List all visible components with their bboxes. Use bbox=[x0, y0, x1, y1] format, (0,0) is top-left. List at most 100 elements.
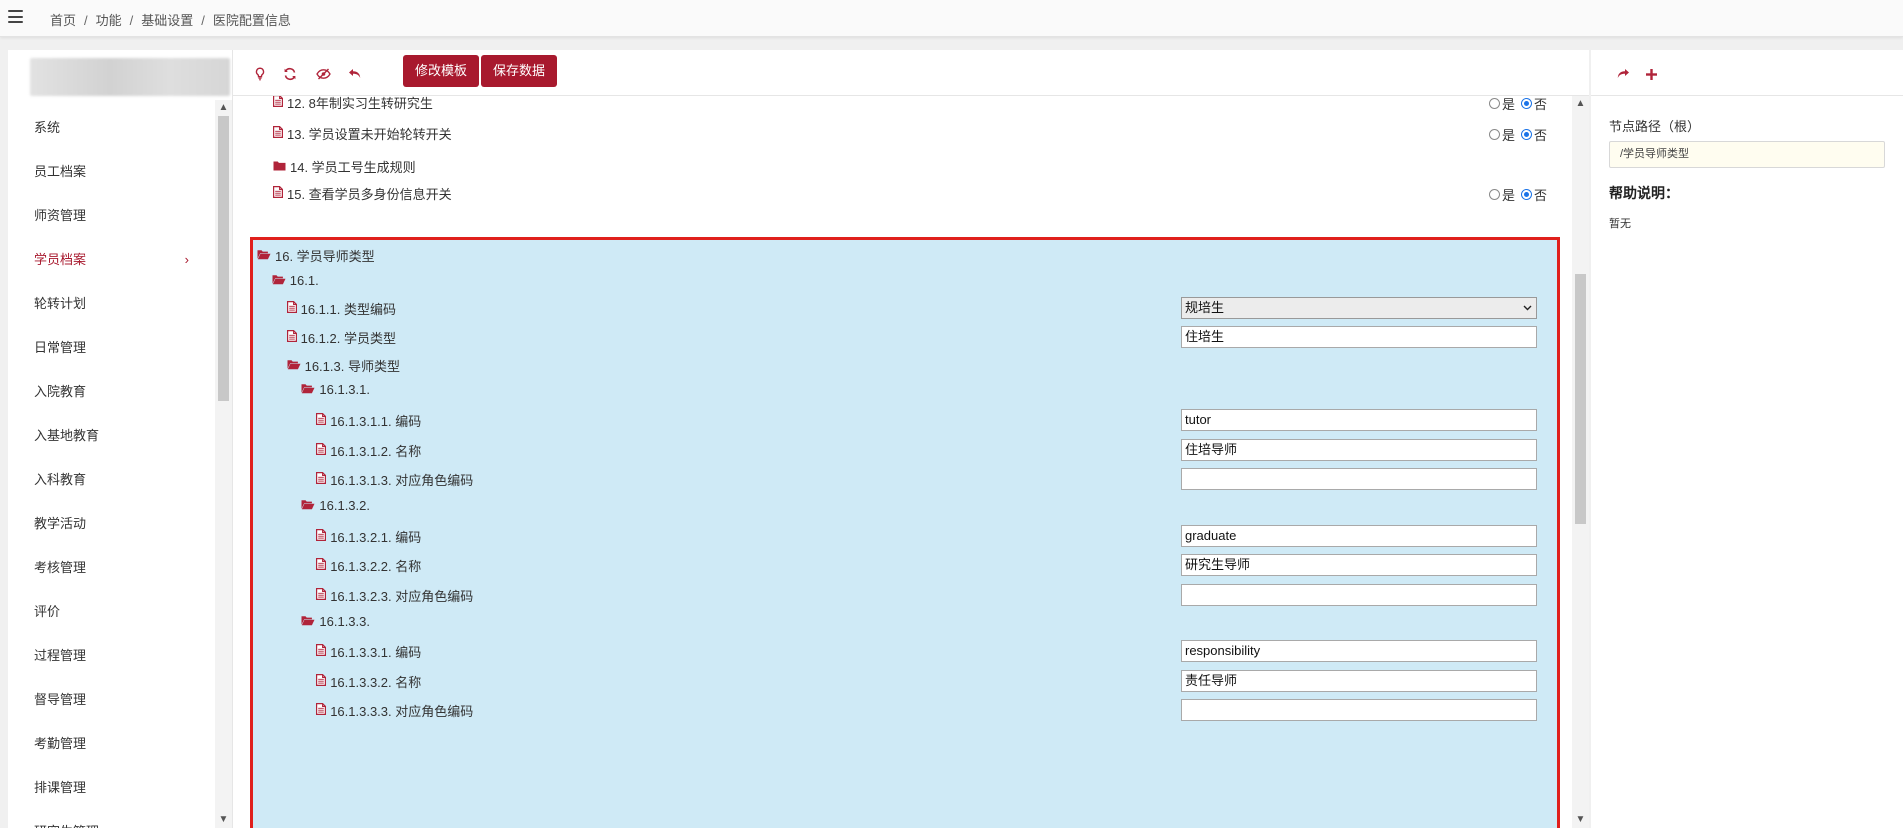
sidebar-scrollbar[interactable]: ▲ ▼ bbox=[215, 100, 232, 828]
tree-node-label[interactable]: 16.1.3.3. bbox=[301, 614, 370, 629]
file-icon bbox=[316, 558, 327, 573]
sidebar-item-label: 日常管理 bbox=[34, 340, 87, 355]
breadcrumb-basic-settings[interactable]: 基础设置 bbox=[141, 13, 193, 28]
text-field[interactable] bbox=[1181, 584, 1537, 606]
sidebar-item[interactable]: 考勤管理 bbox=[8, 722, 213, 766]
radio-yes[interactable] bbox=[1488, 98, 1500, 109]
eye-slash-icon[interactable] bbox=[311, 62, 335, 86]
tree-node-text: 16.1.3.2.3. 对应角色编码 bbox=[330, 589, 474, 604]
text-field[interactable]: tutor bbox=[1181, 409, 1537, 431]
radio-yes[interactable] bbox=[1488, 129, 1500, 140]
tree-node-label[interactable]: 16.1. bbox=[272, 273, 319, 288]
breadcrumb-home[interactable]: 首页 bbox=[50, 13, 76, 28]
radio-yes-label: 是 bbox=[1501, 97, 1515, 112]
file-icon bbox=[316, 588, 327, 603]
tree-node-label[interactable]: 16.1.3.1.3. 对应角色编码 bbox=[316, 470, 473, 489]
tree-node-label[interactable]: 16.1.3. 导师类型 bbox=[287, 356, 400, 375]
sidebar-item[interactable]: 入基地教育 bbox=[8, 414, 213, 458]
type-code-select[interactable]: 规培生 bbox=[1181, 297, 1537, 319]
main-scrollbar[interactable]: ▲ ▼ bbox=[1572, 96, 1589, 828]
hospital-name-blurred bbox=[30, 58, 230, 96]
tree-row: 16.1.3.2.3. 对应角色编码 bbox=[253, 580, 1553, 608]
sidebar-item-label: 考核管理 bbox=[34, 560, 87, 575]
tree-node-label[interactable]: 16.1.3.2.2. 名称 bbox=[316, 556, 421, 575]
text-field[interactable]: responsibility bbox=[1181, 640, 1537, 662]
sidebar-item[interactable]: 考核管理 bbox=[8, 546, 213, 590]
radio-no-label: 否 bbox=[1533, 128, 1547, 143]
main-scroll-thumb[interactable] bbox=[1575, 274, 1586, 524]
text-field[interactable]: 住培导师 bbox=[1181, 439, 1537, 461]
edit-template-button[interactable]: 修改模板 bbox=[403, 55, 480, 87]
yes-no-radio-group: 是否 bbox=[1483, 185, 1547, 204]
file-icon bbox=[273, 186, 283, 201]
tree-node-label[interactable]: 16.1.3.2. bbox=[301, 498, 370, 513]
sidebar-item[interactable]: 师资管理 bbox=[8, 194, 213, 238]
sidebar-item[interactable]: 员工档案 bbox=[8, 150, 213, 194]
tree-row: 16.1.3.1. bbox=[253, 376, 1553, 404]
radio-no[interactable] bbox=[1520, 129, 1532, 140]
tree-node-label[interactable]: 12. 8年制实习生转研究生 bbox=[273, 96, 433, 112]
node-path-label: 节点路径（根） bbox=[1609, 119, 1701, 134]
tree-node-label[interactable]: 16.1.1. 类型编码 bbox=[286, 299, 396, 318]
tree-node-label[interactable]: 15. 查看学员多身份信息开关 bbox=[273, 184, 452, 203]
undo-icon[interactable] bbox=[343, 62, 367, 86]
tree-node-label[interactable]: 16.1.2. 学员类型 bbox=[286, 328, 396, 347]
tree-node-label[interactable]: 14. 学员工号生成规则 bbox=[273, 157, 416, 176]
tree-node-label[interactable]: 16.1.3.3.2. 名称 bbox=[316, 672, 421, 691]
sidebar-item[interactable]: 入科教育 bbox=[8, 458, 213, 502]
scroll-down-icon[interactable]: ▼ bbox=[215, 812, 232, 828]
save-data-button[interactable]: 保存数据 bbox=[481, 55, 558, 87]
tree-node-label[interactable]: 16.1.3.2.3. 对应角色编码 bbox=[316, 586, 473, 605]
sidebar-item[interactable]: 评价 bbox=[8, 590, 213, 634]
text-field[interactable]: graduate bbox=[1181, 525, 1537, 547]
tree-node-label[interactable]: 16.1.3.3.3. 对应角色编码 bbox=[316, 701, 473, 720]
sidebar-item[interactable]: 研究生管理 bbox=[8, 810, 213, 828]
sidebar-item-label: 轮转计划 bbox=[34, 296, 87, 311]
radio-no[interactable] bbox=[1520, 189, 1532, 200]
scroll-up-icon[interactable]: ▲ bbox=[1572, 96, 1589, 112]
app-root: 首页 / 功能 / 基础设置 / 医院配置信息 系统 员工档案 师资管理 学员档案 › 轮转计划 日常管… bbox=[0, 0, 1903, 828]
sidebar-item[interactable]: 轮转计划 bbox=[8, 282, 213, 326]
tree-node-text: 16.1.3.3. bbox=[319, 614, 370, 629]
tree-node-label[interactable]: 16.1.3.1.1. 编码 bbox=[316, 411, 421, 430]
sidebar-item[interactable]: 排课管理 bbox=[8, 766, 213, 810]
sidebar-item[interactable]: 入院教育 bbox=[8, 370, 213, 414]
node-path-field[interactable]: /学员导师类型 bbox=[1609, 141, 1885, 168]
tree-node-label[interactable]: 16. 学员导师类型 bbox=[257, 246, 375, 265]
text-field[interactable]: 住培生 bbox=[1181, 326, 1537, 348]
tree-row: 16.1.3.3.2. 名称 责任导师 bbox=[253, 666, 1553, 694]
plus-icon[interactable] bbox=[1639, 62, 1663, 86]
bulb-icon[interactable] bbox=[248, 62, 272, 86]
text-field[interactable]: 研究生导师 bbox=[1181, 554, 1537, 576]
sidebar-item[interactable]: 过程管理 bbox=[8, 634, 213, 678]
folder-open-icon bbox=[301, 498, 315, 513]
tree-node-label[interactable]: 16.1.3.1. bbox=[301, 382, 370, 397]
radio-no[interactable] bbox=[1520, 98, 1532, 109]
sidebar-item[interactable]: 督导管理 bbox=[8, 678, 213, 722]
radio-yes[interactable] bbox=[1488, 189, 1500, 200]
scroll-down-icon[interactable]: ▼ bbox=[1572, 812, 1589, 828]
tree-node-text: 12. 8年制实习生转研究生 bbox=[287, 96, 433, 111]
scroll-up-icon[interactable]: ▲ bbox=[215, 100, 232, 116]
text-field[interactable] bbox=[1181, 699, 1537, 721]
file-icon bbox=[316, 529, 327, 544]
text-field[interactable]: 责任导师 bbox=[1181, 670, 1537, 692]
sidebar-item[interactable]: 学员档案 › bbox=[8, 238, 213, 282]
sidebar-item-label: 学员档案 bbox=[34, 252, 87, 267]
menu-toggle-icon[interactable] bbox=[8, 10, 23, 23]
tree-node-label[interactable]: 16.1.3.1.2. 名称 bbox=[316, 441, 421, 460]
tree-node-text: 16.1.3.1. bbox=[319, 382, 370, 397]
sidebar-item[interactable]: 教学活动 bbox=[8, 502, 213, 546]
tree-row: 15. 查看学员多身份信息开关 是否 bbox=[233, 179, 1563, 205]
tree-node-label[interactable]: 16.1.3.3.1. 编码 bbox=[316, 642, 421, 661]
text-field[interactable] bbox=[1181, 468, 1537, 490]
tree-node-label[interactable]: 13. 学员设置未开始轮转开关 bbox=[273, 124, 452, 143]
sidebar-scroll-thumb[interactable] bbox=[218, 116, 229, 401]
tree-node-label[interactable]: 16.1.3.2.1. 编码 bbox=[316, 527, 421, 546]
refresh-icon[interactable] bbox=[278, 62, 302, 86]
sidebar-item[interactable]: 日常管理 bbox=[8, 326, 213, 370]
breadcrumb-function[interactable]: 功能 bbox=[96, 13, 122, 28]
tree-row: 16.1.2. 学员类型 住培生 bbox=[253, 322, 1553, 350]
sidebar-item[interactable]: 系统 bbox=[8, 106, 213, 150]
forward-icon[interactable] bbox=[1611, 62, 1635, 86]
